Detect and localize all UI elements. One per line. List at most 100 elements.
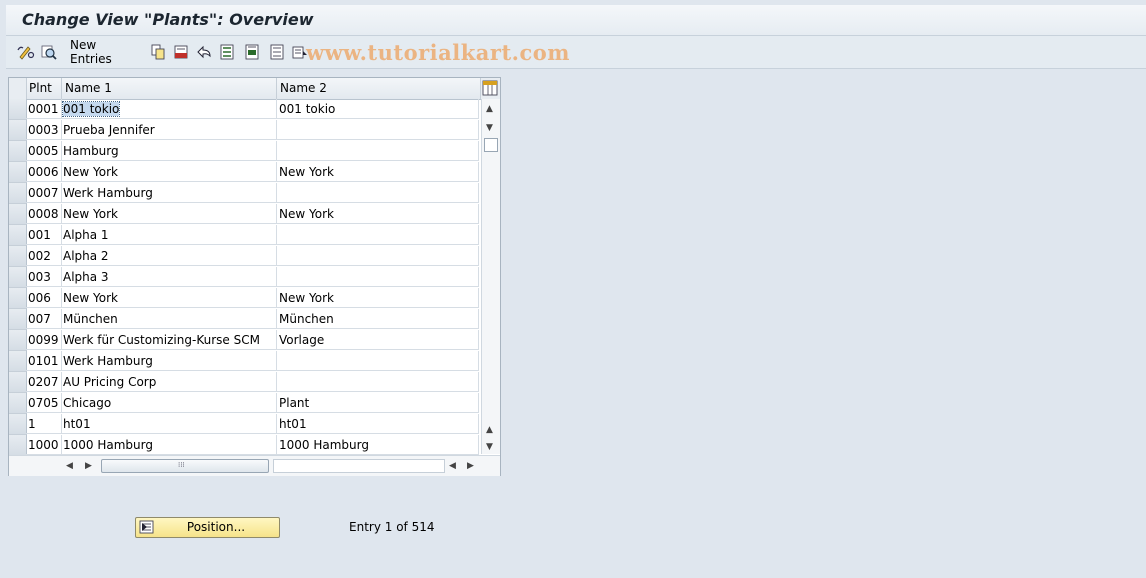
position-button-label: Position... [186,520,246,534]
cell-plnt: 0003 [26,120,62,140]
undo-icon[interactable] [195,43,213,61]
deselect-all-icon[interactable] [268,43,286,61]
cell-plnt: 003 [26,267,62,287]
cell-name1[interactable]: Hamburg [62,141,277,161]
cell-name1[interactable]: München [62,309,277,329]
scroll-thumb[interactable] [484,138,498,152]
main-content: Plnt Name 1 Name 2 0001 001 tokio 001 toki… [6,69,1146,578]
row-selector[interactable] [9,204,27,225]
cell-name2[interactable] [277,351,479,371]
cell-name1[interactable]: ht01 [62,414,277,434]
row-selector[interactable] [9,246,27,267]
selected-text[interactable]: 001 tokio [62,101,121,117]
cell-name1[interactable]: Werk für Customizing-Kurse SCM [62,330,277,350]
row-selector[interactable] [9,141,27,162]
cell-plnt: 0007 [26,183,62,203]
cell-name1[interactable]: Prueba Jennifer [62,120,277,140]
cell-name2[interactable]: New York [277,204,479,224]
row-selector[interactable] [9,309,27,330]
cell-name2[interactable]: ht01 [277,414,479,434]
cell-plnt: 0207 [26,372,62,392]
cell-name1[interactable]: Werk Hamburg [62,351,277,371]
cell-name1[interactable]: New York [62,204,277,224]
cell-plnt: 0008 [26,204,62,224]
cell-name2[interactable] [277,141,479,161]
cell-name1[interactable]: Alpha 2 [62,246,277,266]
table-row: 007 München München [9,309,479,330]
cell-name1[interactable]: New York [62,162,277,182]
cell-plnt: 001 [26,225,62,245]
row-selector[interactable] [9,183,27,204]
cell-name2[interactable]: New York [277,162,479,182]
table-header: Plnt Name 1 Name 2 [9,78,500,100]
column-header-name1[interactable]: Name 1 [62,78,277,99]
table-row: 0099 Werk für Customizing-Kurse SCM Vorlag… [9,330,479,351]
cell-name2[interactable]: Plant [277,393,479,413]
cell-name2[interactable]: 1000 Hamburg [277,435,479,455]
page-up-icon[interactable]: ▲ [486,425,493,435]
scroll-down-icon[interactable]: ▼ [486,442,493,452]
scroll-right-icon[interactable]: ▶ [467,461,474,471]
row-selector[interactable] [9,330,27,351]
cell-plnt: 007 [26,309,62,329]
horizontal-scrollbar[interactable]: ◀ ▶ ⁞⁞⁞ ◀ ▶ [9,455,500,476]
column-header-name2[interactable]: Name 2 [277,78,481,99]
new-entries-button[interactable]: New Entries [70,38,140,66]
horizontal-scroll-thumb[interactable]: ⁞⁞⁞ [101,459,269,473]
row-selector[interactable] [9,351,27,372]
cell-name2[interactable]: Vorlage [277,330,479,350]
cell-plnt: 0099 [26,330,62,350]
cell-name2[interactable] [277,225,479,245]
row-selector[interactable] [9,435,27,456]
scroll-right-icon[interactable]: ▶ [85,461,92,471]
vertical-scrollbar[interactable]: ▲ ▼ ▲ ▼ [481,99,500,454]
row-selector[interactable] [9,162,27,183]
table-row: 001 Alpha 1 [9,225,479,246]
cell-plnt: 0001 [26,99,62,119]
horizontal-scroll-track[interactable] [273,459,445,473]
cell-name1[interactable]: Alpha 3 [62,267,277,287]
row-selector[interactable] [9,414,27,435]
cell-name1[interactable]: AU Pricing Corp [62,372,277,392]
scroll-left-icon[interactable]: ◀ [449,461,456,471]
cell-name2[interactable] [277,120,479,140]
cell-name1[interactable]: 1000 Hamburg [62,435,277,455]
cell-name2[interactable] [277,183,479,203]
cell-name2[interactable] [277,372,479,392]
scroll-up-icon[interactable]: ▲ [486,104,493,114]
cell-name1[interactable]: New York [62,288,277,308]
cell-name2[interactable] [277,267,479,287]
cell-name2[interactable]: New York [277,288,479,308]
row-selector[interactable] [9,225,27,246]
cell-plnt: 002 [26,246,62,266]
row-selector[interactable] [9,99,27,120]
copy-icon[interactable] [149,43,167,61]
page-down-icon[interactable]: ▼ [486,123,493,133]
cell-name1[interactable]: Alpha 1 [62,225,277,245]
cell-name2[interactable]: 001 tokio [277,99,479,119]
application-toolbar: New Entries www.tutorialkart.com [6,36,1146,69]
table-row: 0705 Chicago Plant [9,393,479,414]
row-selector[interactable] [9,120,27,141]
watermark: www.tutorialkart.com [306,40,570,65]
cell-name2[interactable] [277,246,479,266]
cell-name1[interactable]: Chicago [62,393,277,413]
table-settings-icon[interactable] [481,78,500,99]
row-selector[interactable] [9,372,27,393]
select-block-icon[interactable] [243,43,261,61]
position-button[interactable]: Position... [135,517,280,538]
select-all-icon[interactable] [218,43,236,61]
display-change-icon[interactable] [16,43,36,61]
select-all-rows-cell[interactable] [9,78,27,99]
delete-icon[interactable] [172,43,190,61]
row-selector[interactable] [9,393,27,414]
row-selector[interactable] [9,288,27,309]
cell-name1[interactable]: 001 tokio [62,99,277,119]
row-selector[interactable] [9,267,27,288]
column-header-plnt[interactable]: Plnt [26,78,62,99]
table-row: 0003 Prueba Jennifer [9,120,479,141]
details-icon[interactable] [39,43,59,61]
cell-name2[interactable]: München [277,309,479,329]
scroll-left-icon[interactable]: ◀ [66,461,73,471]
cell-name1[interactable]: Werk Hamburg [62,183,277,203]
